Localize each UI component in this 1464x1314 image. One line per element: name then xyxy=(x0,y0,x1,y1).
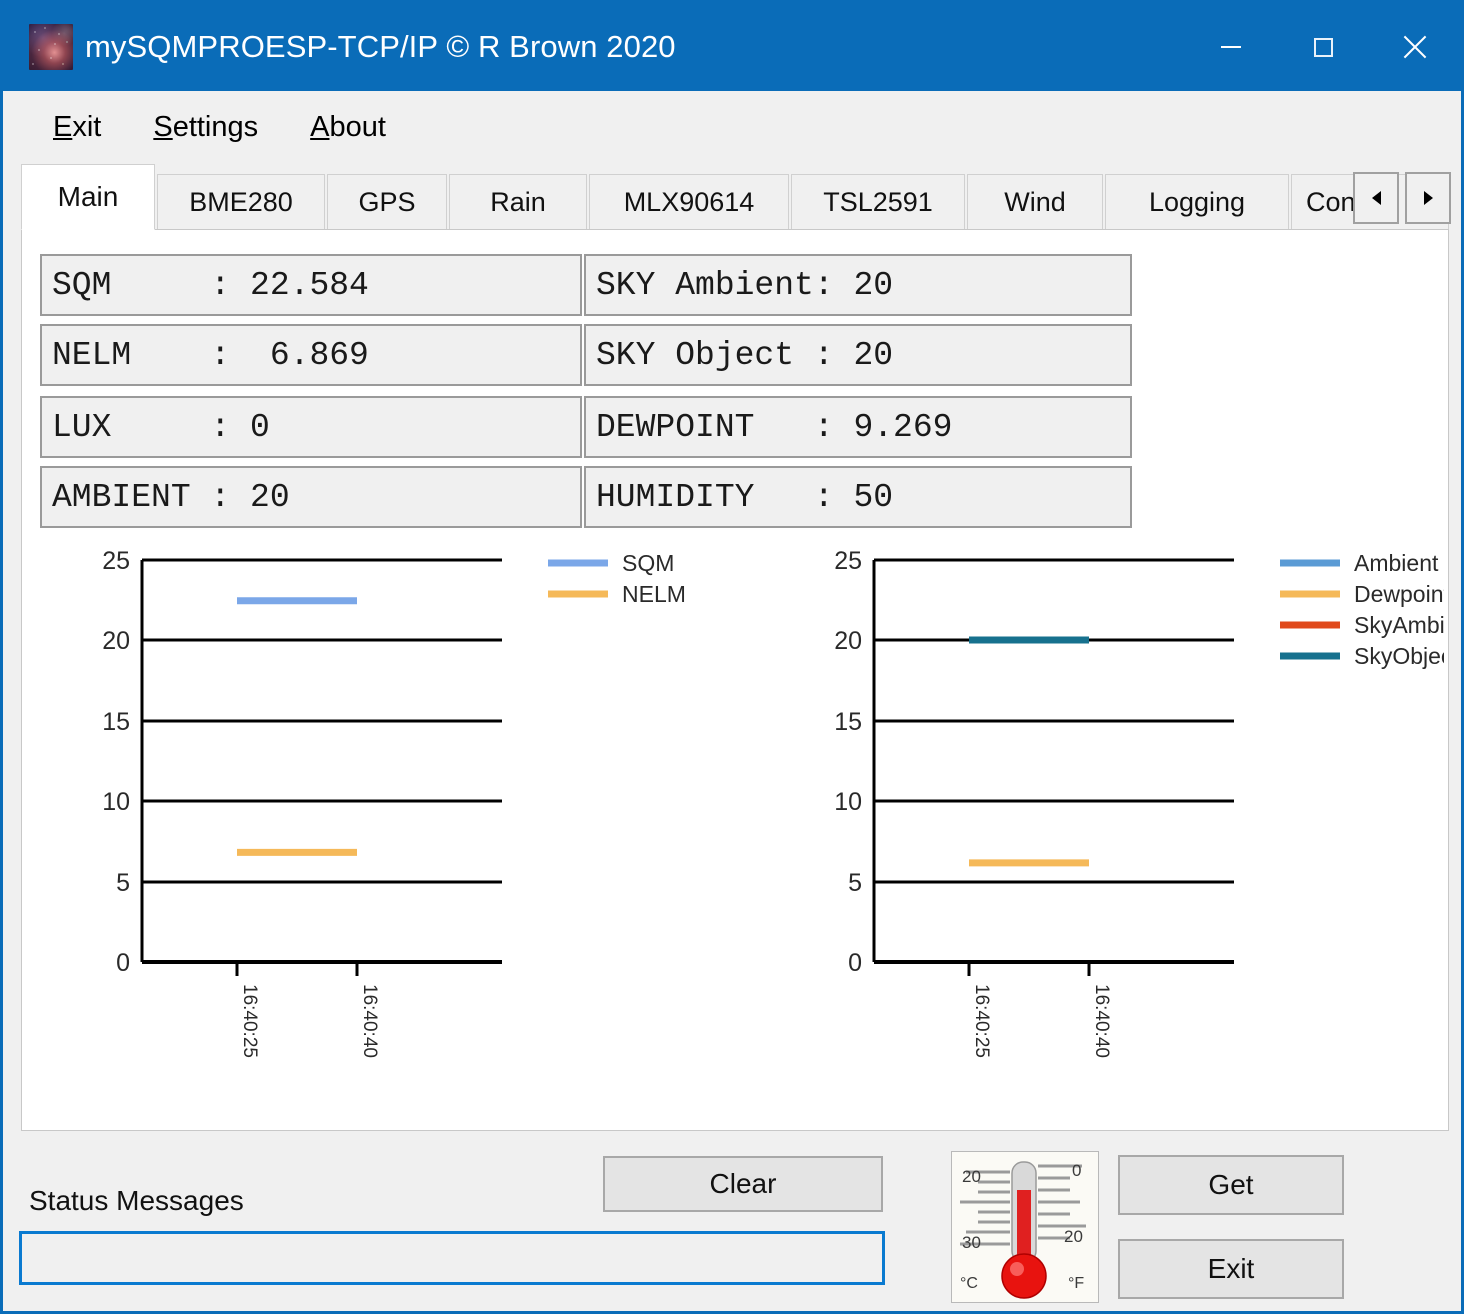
tab-mlx90614[interactable]: MLX90614 xyxy=(589,174,789,230)
menu-item-exit-rest: xit xyxy=(72,110,102,143)
chart1-xtick-1: 16:40:40 xyxy=(359,984,380,1058)
chart1-xtick-0: 16:40:25 xyxy=(239,984,260,1058)
window-controls xyxy=(1185,3,1461,91)
tab-strip: Main BME280 GPS Rain MLX90614 TSL2591 Wi… xyxy=(21,164,1451,230)
sqm-nelm-chart-svg: 25 20 15 10 5 0 16:40:25 16:40:40 SQM NE… xyxy=(102,547,686,1058)
readout-sky-ambient: SKY Ambient: 20 xyxy=(584,254,1132,316)
sqm-nelm-chart: 25 20 15 10 5 0 16:40:25 16:40:40 SQM NE… xyxy=(52,542,712,1102)
thermometer-icon-svg: 20 30 0 20 °C °F xyxy=(960,1161,1086,1299)
chart1-legend-label-nelm: NELM xyxy=(622,581,686,607)
title-bar: mySQMPROESP-TCP/IP © R Brown 2020 xyxy=(3,3,1461,91)
chart1-legend-label-sqm: SQM xyxy=(622,550,674,576)
chart2-gridlines xyxy=(874,558,1234,884)
close-button[interactable] xyxy=(1369,3,1461,91)
chart1-ytick-labels: 25 20 15 10 5 0 xyxy=(102,547,130,977)
clear-button[interactable]: Clear xyxy=(603,1156,883,1212)
readout-sky-object: SKY Object : 20 xyxy=(584,324,1132,386)
maximize-icon xyxy=(1313,37,1333,57)
readout-dewpoint: DEWPOINT : 9.269 xyxy=(584,396,1132,458)
readout-ambient: AMBIENT : 20 xyxy=(40,466,582,528)
thermometer-celsius-unit: °C xyxy=(960,1275,978,1292)
chart1-ytick-25: 25 xyxy=(102,547,130,575)
chart2-legend-label-ambient: Ambient xyxy=(1354,550,1439,576)
chart1-gridlines xyxy=(142,558,502,884)
menu-bar: Exit Settings About xyxy=(3,91,1461,163)
chart1-xticks xyxy=(235,962,359,976)
get-button[interactable]: Get xyxy=(1118,1155,1344,1215)
chart1-xtick-labels: 16:40:25 16:40:40 xyxy=(239,984,380,1058)
temperature-chart-svg: 25 20 15 10 5 0 16:40:25 16:40:40 Ambien… xyxy=(834,547,1444,1058)
chart2-legend-label-skyobject: SkyObject xyxy=(1354,643,1444,669)
thermometer-right-tick-0: 0 xyxy=(1072,1161,1081,1180)
chart1-legend: SQM NELM xyxy=(548,550,686,607)
menu-item-about-rest: bout xyxy=(329,110,386,143)
chart2-xticks xyxy=(967,962,1091,976)
minimize-button[interactable] xyxy=(1185,3,1277,91)
chart2-xtick-1: 16:40:40 xyxy=(1091,984,1112,1058)
close-icon xyxy=(1402,34,1428,60)
chart2-ytick-0: 0 xyxy=(848,949,862,977)
tab-bme280[interactable]: BME280 xyxy=(157,174,325,230)
chart1-ytick-5: 5 xyxy=(116,869,130,897)
chart2-legend: Ambient Dewpoint SkyAmbient SkyObject xyxy=(1280,550,1444,669)
thermometer-fahrenheit-unit: °F xyxy=(1068,1275,1084,1292)
chart2-legend-label-dewpoint: Dewpoint xyxy=(1354,581,1444,607)
chart2-legend-label-skyambient: SkyAmbient xyxy=(1354,612,1444,638)
tab-logging[interactable]: Logging xyxy=(1105,174,1289,230)
thermometer-bulb-highlight xyxy=(1010,1262,1024,1276)
tab-tsl2591[interactable]: TSL2591 xyxy=(791,174,965,230)
maximize-button[interactable] xyxy=(1277,3,1369,91)
chart1-ytick-0: 0 xyxy=(116,949,130,977)
menu-item-settings[interactable]: Settings xyxy=(151,107,260,148)
chevron-right-icon xyxy=(1423,191,1433,205)
chart2-ytick-25: 25 xyxy=(834,547,862,575)
chart2-ytick-5: 5 xyxy=(848,869,862,897)
chart2-ytick-10: 10 xyxy=(834,788,862,816)
readout-lux: LUX : 0 xyxy=(40,396,582,458)
chart2-ytick-15: 15 xyxy=(834,708,862,736)
menu-item-about[interactable]: About xyxy=(308,107,388,148)
thermometer-left-tick-20: 20 xyxy=(962,1167,981,1186)
tab-rain[interactable]: Rain xyxy=(449,174,587,230)
chart2-xtick-labels: 16:40:25 16:40:40 xyxy=(971,984,1112,1058)
chart1-ytick-10: 10 xyxy=(102,788,130,816)
chart1-ytick-20: 20 xyxy=(102,627,130,655)
tab-gps[interactable]: GPS xyxy=(327,174,447,230)
thermometer-icon: 20 30 0 20 °C °F xyxy=(951,1151,1099,1303)
thermometer-right-tick-20: 20 xyxy=(1064,1227,1083,1246)
tab-page-main: SQM : 22.584 NELM : 6.869 LUX : 0 AMBIEN… xyxy=(21,229,1449,1131)
application-window: mySQMPROESP-TCP/IP © R Brown 2020 Exit S… xyxy=(0,0,1464,1314)
tab-wind[interactable]: Wind xyxy=(967,174,1103,230)
exit-button[interactable]: Exit xyxy=(1118,1239,1344,1299)
window-title: mySQMPROESP-TCP/IP © R Brown 2020 xyxy=(85,29,676,64)
tab-scroll-left-button[interactable] xyxy=(1353,172,1399,224)
tab-main[interactable]: Main xyxy=(21,164,155,230)
chart2-ytick-labels: 25 20 15 10 5 0 xyxy=(834,547,862,977)
chart2-ytick-20: 20 xyxy=(834,627,862,655)
menu-item-exit[interactable]: Exit xyxy=(51,107,103,148)
thermometer-left-tick-30: 30 xyxy=(962,1233,981,1252)
readout-nelm: NELM : 6.869 xyxy=(40,324,582,386)
status-messages-input[interactable] xyxy=(19,1231,885,1285)
nebula-icon xyxy=(29,24,73,70)
readout-sqm: SQM : 22.584 xyxy=(40,254,582,316)
chart2-xtick-0: 16:40:25 xyxy=(971,984,992,1058)
minimize-icon xyxy=(1221,46,1241,48)
status-messages-label: Status Messages xyxy=(29,1185,244,1216)
temperature-chart: 25 20 15 10 5 0 16:40:25 16:40:40 Ambien… xyxy=(784,542,1444,1102)
thermometer-bulb xyxy=(1001,1253,1047,1299)
chart1-ytick-15: 15 xyxy=(102,708,130,736)
tab-scroll-right-button[interactable] xyxy=(1405,172,1451,224)
menu-item-settings-rest: ettings xyxy=(172,110,259,143)
readout-humidity: HUMIDITY : 50 xyxy=(584,466,1132,528)
chevron-left-icon xyxy=(1371,191,1381,205)
